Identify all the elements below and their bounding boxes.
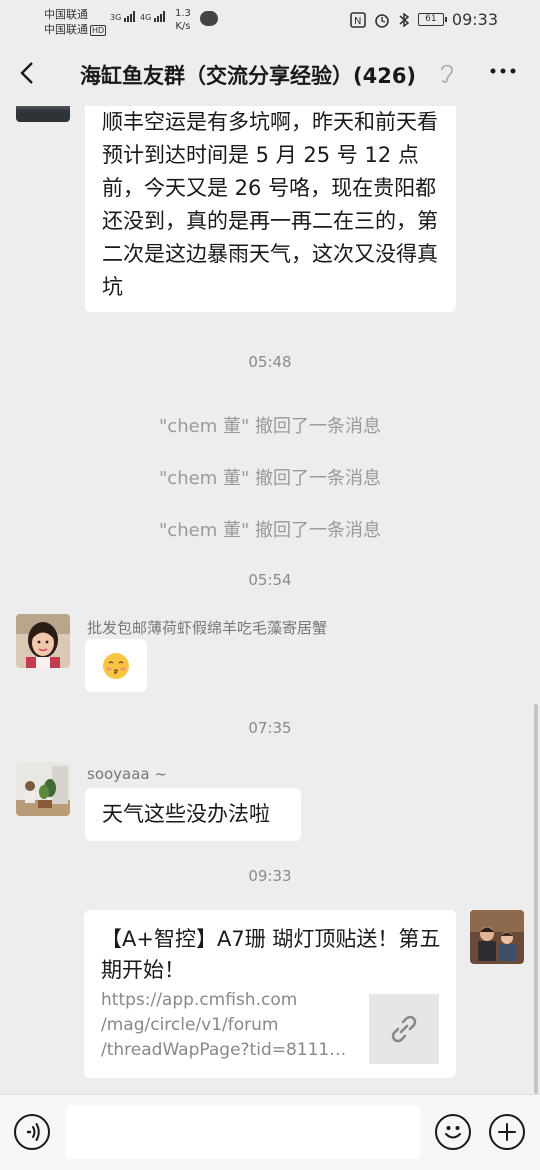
signal-3g-label: 3G — [110, 13, 122, 22]
chat-title[interactable]: 海缸鱼友群（交流分享经验）(426) — [80, 60, 416, 90]
more-icon — [490, 68, 516, 74]
recall-notice: "chem 董" 撤回了一条消息 — [159, 520, 381, 541]
bluetooth-icon — [399, 12, 410, 27]
net-speed: 1.3 K/s — [175, 7, 191, 33]
chat-header: 海缸鱼友群（交流分享经验）(426) — [0, 40, 540, 106]
avatar[interactable] — [16, 614, 70, 668]
link-url: https://app.cmfish.com /mag/circle/v1/fo… — [101, 988, 351, 1063]
more-button[interactable] — [488, 54, 518, 91]
hd-badge: HD — [90, 25, 107, 36]
message-bubble[interactable]: 天气这些没办法啦 — [85, 788, 301, 841]
timestamp: 09:33 — [248, 867, 292, 885]
sender-name: sooyaaa ~ — [87, 765, 167, 783]
recall-notice: "chem 董" 撤回了一条消息 — [159, 416, 381, 437]
voice-icon — [26, 1123, 40, 1141]
signal-4g-label: 4G — [140, 13, 152, 22]
svg-text:N: N — [354, 16, 361, 27]
emoji-icon — [445, 1126, 461, 1139]
net-speed-value: 1.3 — [175, 8, 191, 19]
emoji-button[interactable] — [435, 1114, 471, 1150]
timestamp: 05:48 — [248, 353, 292, 371]
message-input[interactable] — [66, 1106, 420, 1159]
status-right: N 61 09:33 — [350, 10, 498, 29]
carrier-2: 中国联通 — [44, 23, 88, 36]
message-text: 顺丰空运是有多坑啊，昨天和前天看预计到达时间是 5 月 25 号 12 点前，今… — [102, 110, 438, 299]
battery-icon: 61 — [417, 13, 447, 26]
timestamp: 05:54 — [248, 571, 292, 589]
plus-icon — [498, 1123, 516, 1141]
link-icon — [391, 1015, 417, 1043]
plus-button[interactable] — [489, 1114, 525, 1150]
alarm-icon — [375, 13, 389, 28]
signal-3g: 3G — [110, 10, 138, 22]
status-time: 09:33 — [451, 10, 498, 29]
chevron-left-icon — [20, 62, 33, 84]
link-url-line: /mag/circle/v1/forum — [101, 1015, 279, 1035]
avatar[interactable] — [16, 762, 70, 816]
ear-icon — [438, 62, 454, 89]
carrier-1: 中国联通 — [44, 8, 88, 21]
my-avatar[interactable] — [470, 910, 524, 964]
message-bubble[interactable] — [85, 639, 147, 692]
link-title: 【A+智控】A7珊 瑚灯顶贴送！第五期开始！ — [101, 927, 441, 982]
status-bar: 中国联通 中国联通 HD 3G 4G 1.3 K/s N 61 09:33 — [0, 0, 540, 40]
link-card[interactable]: 【A+智控】A7珊 瑚灯顶贴送！第五期开始！ https://app.cmfis… — [84, 910, 456, 1078]
notification-message-icon — [200, 11, 218, 26]
sender-name: 批发包邮薄荷虾假绵羊吃毛藻寄居蟹 — [87, 619, 328, 637]
signal-bars-icon — [153, 11, 165, 22]
signal-4g: 4G — [140, 10, 168, 22]
message-text: 天气这些没办法啦 — [102, 802, 270, 826]
nfc-icon: N — [350, 11, 366, 28]
voice-button[interactable] — [14, 1114, 50, 1150]
carrier-info: 中国联通 中国联通 HD — [44, 7, 107, 37]
link-url-line: /threadWapPage?tid=81119... — [101, 1040, 351, 1060]
recall-notice: "chem 董" 撤回了一条消息 — [159, 468, 381, 489]
avatar[interactable] — [16, 106, 70, 122]
chat-scrollbar[interactable] — [534, 704, 538, 1094]
input-bar — [0, 1094, 540, 1170]
net-speed-unit: K/s — [175, 21, 191, 32]
message-bubble[interactable]: 顺丰空运是有多坑啊，昨天和前天看预计到达时间是 5 月 25 号 12 点前，今… — [85, 106, 456, 312]
timestamp: 07:35 — [248, 719, 292, 737]
back-button[interactable] — [14, 58, 44, 88]
chat-messages[interactable]: 顺丰空运是有多坑啊，昨天和前天看预计到达时间是 5 月 25 号 12 点前，今… — [0, 106, 540, 1094]
link-url-line: https://app.cmfish.com — [101, 990, 298, 1010]
link-thumbnail — [369, 994, 439, 1064]
signal-bars-icon — [123, 11, 135, 22]
kissing-face-emoji — [103, 652, 129, 679]
